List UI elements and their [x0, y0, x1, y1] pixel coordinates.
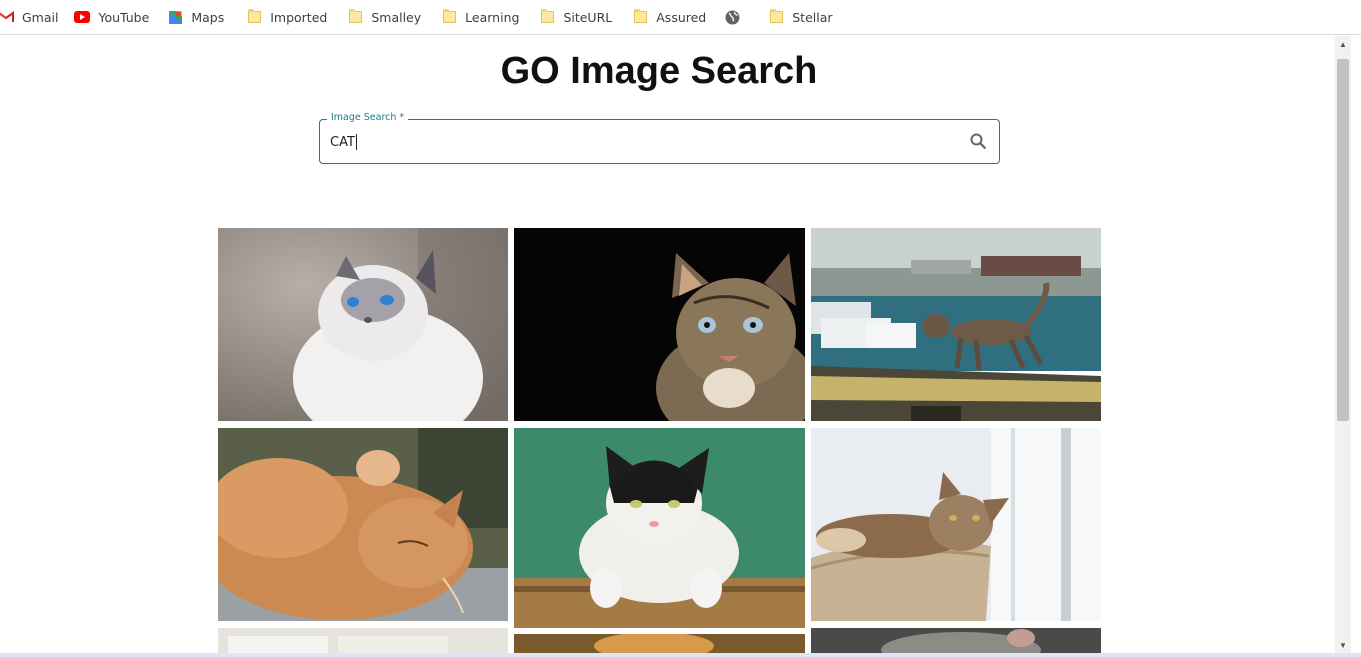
text-caret — [356, 134, 357, 150]
window-bottom-edge — [0, 653, 1361, 657]
bookmark-label: Smalley — [371, 9, 422, 25]
folder-icon — [246, 9, 262, 25]
bookmark-label: Stellar — [792, 9, 833, 25]
bookmark-folder-imported[interactable]: Imported — [246, 4, 333, 30]
folder-icon — [441, 9, 457, 25]
page-title: GO Image Search — [500, 50, 818, 92]
folder-icon — [768, 9, 784, 25]
bookmark-globe[interactable] — [724, 4, 754, 30]
page-content: GO Image Search Image Search * — [0, 36, 1335, 653]
vertical-scrollbar[interactable]: ▲ ▼ — [1335, 36, 1351, 653]
search-input[interactable] — [330, 132, 950, 152]
bookmark-label: YouTube — [98, 9, 150, 25]
bookmarks-bar: Gmail YouTube Maps Imported Smalley Lear… — [0, 0, 1361, 35]
bookmark-label: Maps — [191, 9, 225, 25]
bookmark-label: Learning — [465, 9, 520, 25]
scrollbar-thumb[interactable] — [1337, 59, 1349, 421]
result-image[interactable] — [514, 228, 805, 421]
folder-icon — [347, 9, 363, 25]
result-image[interactable] — [218, 628, 508, 653]
globe-icon — [724, 9, 740, 25]
result-image[interactable] — [811, 428, 1101, 621]
bookmark-folder-siteurl[interactable]: SiteURL — [539, 4, 618, 30]
folder-icon — [539, 9, 555, 25]
bookmark-label: SiteURL — [563, 9, 613, 25]
result-image[interactable] — [514, 428, 805, 628]
bookmark-folder-assured[interactable]: Assured — [632, 4, 712, 30]
result-image[interactable] — [218, 428, 508, 621]
bookmark-youtube[interactable]: YouTube — [74, 4, 155, 30]
bookmark-maps[interactable]: Maps — [167, 4, 230, 30]
result-image[interactable] — [514, 634, 805, 653]
scroll-up-arrow-icon[interactable]: ▲ — [1335, 36, 1351, 52]
result-image[interactable] — [811, 228, 1101, 421]
search-icon[interactable] — [969, 132, 987, 150]
result-image[interactable] — [218, 228, 508, 421]
bookmark-label: Assured — [656, 9, 707, 25]
folder-icon — [632, 9, 648, 25]
bookmark-folder-learning[interactable]: Learning — [441, 4, 525, 30]
scroll-down-arrow-icon[interactable]: ▼ — [1335, 637, 1351, 653]
bookmark-label: Gmail — [22, 9, 59, 25]
search-field-label: Image Search * — [327, 112, 409, 123]
bookmark-folder-smalley[interactable]: Smalley — [347, 4, 427, 30]
maps-icon — [167, 9, 183, 25]
bookmark-label: Imported — [270, 9, 328, 25]
youtube-icon — [74, 9, 91, 25]
result-image[interactable] — [811, 628, 1101, 653]
bookmark-gmail[interactable]: Gmail — [0, 4, 64, 30]
bookmark-folder-stellar[interactable]: Stellar — [768, 4, 838, 30]
image-search-field[interactable]: Image Search * — [319, 112, 1000, 164]
gmail-icon — [0, 9, 14, 25]
